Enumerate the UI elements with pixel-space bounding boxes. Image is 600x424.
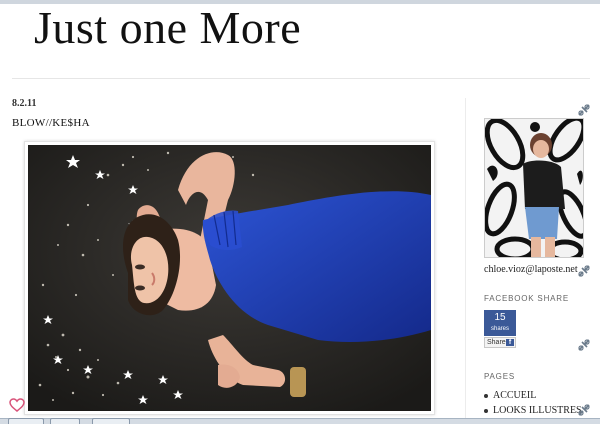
facebook-share-heading: FACEBOOK SHARE bbox=[484, 294, 569, 303]
taskbar-button[interactable] bbox=[50, 418, 80, 424]
bullet bbox=[484, 408, 488, 413]
bullet bbox=[484, 393, 488, 398]
edit-tool-icon[interactable] bbox=[577, 103, 591, 117]
taskbar-button[interactable] bbox=[92, 418, 130, 424]
taskbar bbox=[0, 418, 600, 424]
taskbar-button[interactable] bbox=[8, 418, 44, 424]
post-title[interactable]: BLOW//KE$HA bbox=[12, 117, 90, 129]
header-divider bbox=[12, 78, 590, 79]
share-count-box[interactable]: 15 shares bbox=[484, 310, 516, 336]
share-button-label: Share bbox=[487, 339, 506, 346]
page-link-accueil[interactable]: ACCUEIL bbox=[484, 390, 536, 401]
facebook-icon: f bbox=[506, 339, 514, 346]
pages-heading: PAGES bbox=[484, 372, 515, 381]
profile-email[interactable]: chloe.vioz@laposte.net bbox=[484, 264, 578, 275]
page-link-looks-illustres[interactable]: LOOKS ILLUSTRES bbox=[484, 405, 582, 416]
share-count: 15 bbox=[494, 312, 506, 323]
edit-tool-icon[interactable] bbox=[577, 264, 591, 278]
blog-title[interactable]: Just one More bbox=[34, 2, 301, 54]
edit-tool-icon[interactable] bbox=[577, 403, 591, 417]
edit-tool-icon[interactable] bbox=[577, 338, 591, 352]
post-image[interactable] bbox=[28, 145, 431, 411]
heart-icon[interactable] bbox=[9, 398, 25, 412]
post-date: 8.2.11 bbox=[12, 98, 37, 109]
page-link-label: ACCUEIL bbox=[493, 390, 537, 401]
facebook-share-button[interactable]: Share f bbox=[484, 337, 516, 348]
sidebar-divider bbox=[465, 98, 466, 424]
page-link-label: LOOKS ILLUSTRES bbox=[493, 405, 582, 416]
profile-photo[interactable] bbox=[484, 118, 584, 258]
post-image-frame bbox=[24, 141, 435, 415]
share-unit: shares bbox=[490, 326, 509, 332]
